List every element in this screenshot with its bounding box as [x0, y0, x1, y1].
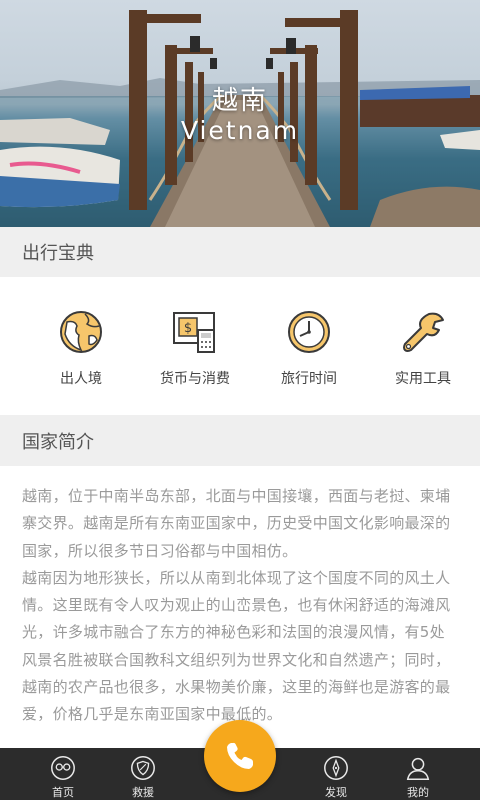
- globe-icon: [57, 308, 105, 356]
- tool-label: 实用工具: [395, 371, 451, 387]
- nav-item-mine[interactable]: 我的: [378, 748, 458, 800]
- country-name-cn: 越南: [211, 86, 268, 116]
- tool-entry-exit[interactable]: 出人境: [24, 277, 138, 415]
- svg-text:$: $: [184, 321, 192, 336]
- phone-icon: [227, 742, 253, 769]
- nav-label: 发现: [325, 786, 347, 799]
- home-icon: [51, 756, 75, 780]
- country-intro-heading: 国家简介: [0, 415, 480, 466]
- tool-label: 货币与消费: [160, 371, 230, 387]
- country-intro-text: 越南，位于中南半岛东部，北面与中国接壤，西面与老挝、柬埔寨交界。越南是所有东南亚…: [22, 483, 458, 748]
- nav-label: 救援: [132, 786, 154, 799]
- call-button[interactable]: [204, 720, 276, 792]
- travel-guide-heading: 出行宝典: [0, 227, 480, 277]
- nav-item-rescue[interactable]: 救援: [103, 748, 183, 800]
- tool-label: 出人境: [60, 371, 102, 387]
- compass-icon: [324, 756, 348, 780]
- travel-guide-grid: 出人境 $ 货币与消费 旅行时间 实用工具: [0, 277, 480, 415]
- intro-paragraph: 越南，位于中南半岛东部，北面与中国接壤，西面与老挝、柬埔寨交界。越南是所有东南亚…: [22, 487, 451, 560]
- nav-label: 我的: [407, 786, 429, 799]
- shield-icon: [131, 756, 155, 780]
- intro-paragraph: 越南因为地形狭长，所以从南到北体现了这个国度不同的风土人情。这里既有令人叹为观止…: [22, 568, 451, 724]
- hero-banner: 越南 Vietnam: [0, 0, 480, 227]
- wrench-icon: [399, 308, 447, 356]
- tool-currency[interactable]: $ 货币与消费: [138, 277, 252, 415]
- clock-icon: [285, 308, 333, 356]
- country-name-en: Vietnam: [180, 116, 300, 145]
- tool-utilities[interactable]: 实用工具: [366, 277, 480, 415]
- nav-label: 首页: [52, 786, 74, 799]
- tool-travel-time[interactable]: 旅行时间: [252, 277, 366, 415]
- currency-icon: $: [171, 308, 219, 356]
- nav-item-discover[interactable]: 发现: [296, 748, 376, 800]
- tool-label: 旅行时间: [281, 371, 337, 387]
- nav-item-home[interactable]: 首页: [23, 748, 103, 800]
- user-icon: [406, 757, 430, 780]
